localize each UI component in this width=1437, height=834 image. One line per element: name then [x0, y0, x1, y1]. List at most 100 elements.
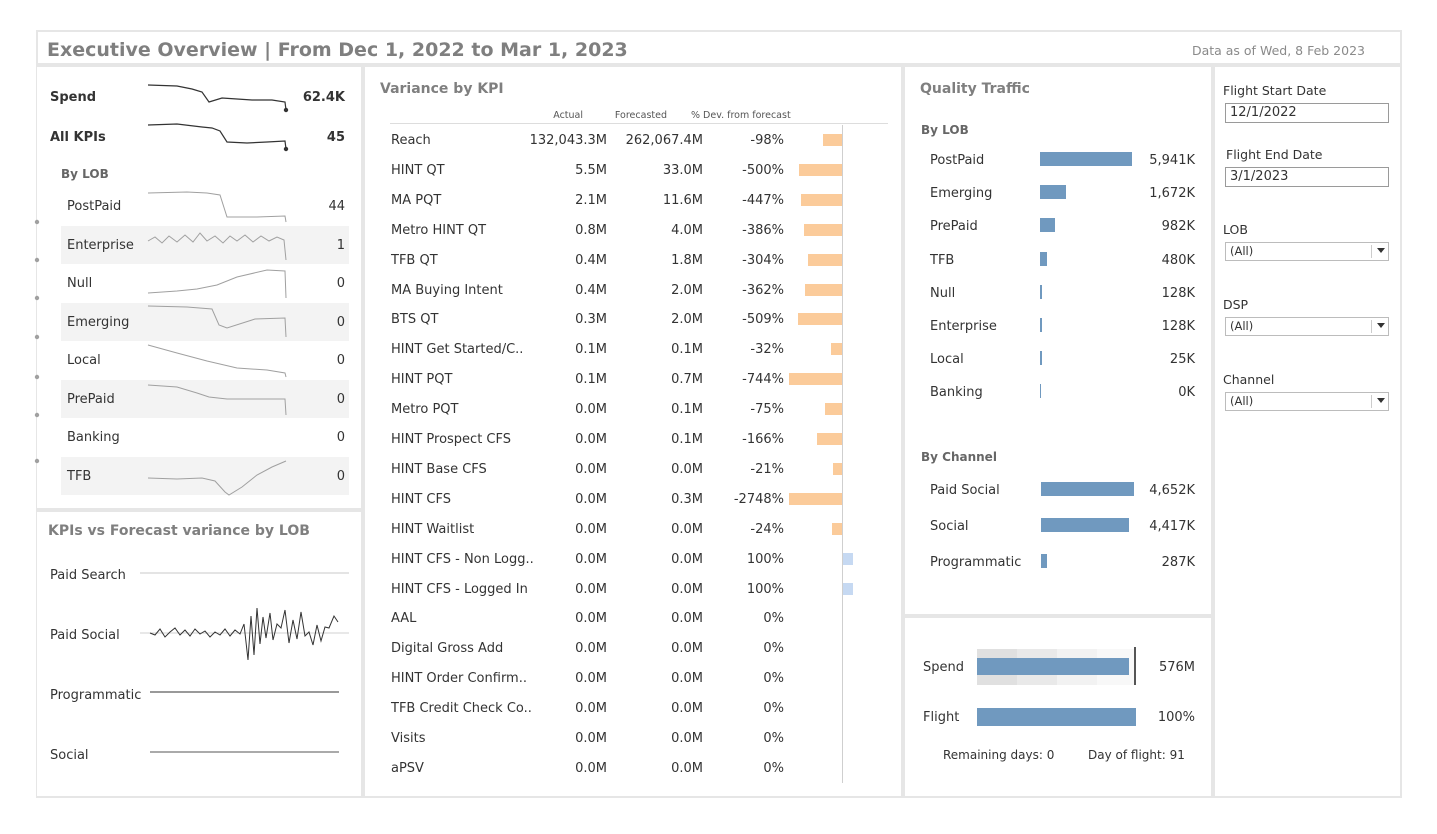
quality-bar: [1040, 218, 1055, 233]
kpi-actual: 0.0M: [575, 402, 607, 418]
deviation-bar: [833, 462, 842, 475]
lob-sparkline: [147, 384, 287, 416]
quality-label: PrePaid: [930, 219, 978, 235]
lob-sparkline: [147, 305, 287, 338]
kpi-deviation: 0%: [763, 731, 784, 746]
kpi-deviation: -509%: [742, 312, 784, 328]
lob-sparkline-end: [34, 257, 40, 263]
kpi-deviation: -24%: [750, 521, 784, 537]
kpi-name: HINT Base CFS: [391, 461, 487, 477]
kpi-deviation: 0%: [763, 641, 784, 657]
header-rule: [390, 123, 888, 124]
kpi-actual: 0.0M: [575, 611, 607, 627]
kpi-deviation: 0%: [763, 760, 784, 776]
kpi-name: MA Buying Intent: [391, 282, 503, 298]
pacing-flight-value: 100%: [1157, 710, 1195, 725]
quality-label: Enterprise: [930, 319, 997, 334]
kpi-deviation: -166%: [742, 432, 784, 447]
lob-filter-label: LOB: [1223, 222, 1248, 237]
chevron-down-icon[interactable]: [1377, 398, 1385, 403]
quality-label: Emerging: [930, 186, 993, 202]
kpi-actual: 0.0M: [575, 432, 607, 447]
kpi-forecast: 2.0M: [671, 312, 703, 328]
kpi-deviation: -98%: [750, 133, 784, 148]
deviation-bar: [823, 134, 842, 146]
data-as-of-date: Wed, 8 Feb 2023: [1259, 43, 1365, 58]
deviation-bar: [817, 433, 842, 445]
kpi-forecast: 0.0M: [671, 760, 703, 776]
start-date-label: Flight Start Date: [1223, 83, 1327, 98]
kpi-actual: 0.3M: [575, 312, 607, 328]
lob-sparkline-end: [34, 412, 40, 418]
kpi-name: aPSV: [391, 760, 424, 776]
quality-bar: [1040, 152, 1132, 166]
kpi-actual: 0.4M: [575, 252, 607, 268]
deviation-bar: [804, 223, 842, 236]
col-forecast-header: Forecasted: [614, 110, 667, 121]
lob-sparkline-end: [34, 458, 40, 464]
quality-value: 128K: [1161, 285, 1195, 301]
end-date-label: Flight End Date: [1226, 147, 1323, 162]
kpi-name: HINT PQT: [391, 372, 453, 388]
filters-panel: Flight Start Date 12/1/2022 Flight End D…: [1215, 67, 1400, 796]
quality-bar: [1041, 482, 1134, 496]
quality-label: Banking: [930, 385, 983, 401]
deviation-bar: [832, 522, 842, 535]
all-kpis-sparkline-end: [283, 146, 289, 152]
kpi-forecast: 0.0M: [671, 701, 703, 717]
quality-bar: [1040, 318, 1042, 332]
col-dev-header: % Dev. from forecast: [691, 110, 791, 121]
quality-value: 5,941K: [1149, 153, 1195, 168]
kpi-forecast: 0.0M: [671, 731, 703, 746]
deviation-bar: [789, 373, 842, 386]
quality-bar: [1040, 384, 1041, 399]
deviation-bar: [825, 403, 842, 416]
deviation-bar: [799, 163, 842, 176]
end-date-input[interactable]: 3/1/2023: [1225, 167, 1389, 187]
deviation-bar: [843, 582, 853, 595]
zero-axis: [842, 125, 843, 783]
kpi-deviation: 0%: [763, 671, 784, 687]
spend-sparkline: [147, 84, 287, 111]
quality-label: Null: [930, 285, 956, 301]
col-actual-header: Actual: [553, 110, 583, 121]
deviation-bar: [808, 253, 842, 266]
deviation-bar: [801, 193, 842, 206]
kpi-actual: 0.0M: [575, 671, 607, 687]
data-as-of-label: Data as of: [1191, 43, 1256, 58]
pacing-flight-label: Flight: [923, 710, 960, 725]
kpi-name: Reach: [391, 133, 431, 148]
start-date-input[interactable]: 12/1/2022: [1225, 103, 1389, 123]
remaining-days-label: Remaining days:: [943, 748, 1043, 762]
lob-filter-select[interactable]: (All): [1225, 242, 1389, 261]
kpi-name: HINT Prospect CFS: [391, 432, 512, 447]
quality-value: 287K: [1161, 555, 1195, 570]
kpi-actual: 0.1M: [575, 342, 607, 358]
kpi-deviation: -32%: [750, 342, 784, 358]
kpi-name: HINT CFS: [391, 491, 451, 507]
kpi-forecast: 0.3M: [671, 491, 703, 507]
kpi-deviation: 100%: [746, 581, 784, 597]
kpi-deviation: -75%: [750, 402, 784, 418]
chevron-down-icon[interactable]: [1377, 323, 1385, 328]
quality-value: 982K: [1161, 219, 1195, 235]
kpi-actual: 0.0M: [575, 760, 607, 776]
day-of-flight-value: 91: [1169, 748, 1185, 762]
quality-label: Paid Social: [930, 483, 1000, 498]
page-title: Executive Overview | From Dec 1, 2022 to…: [47, 39, 628, 61]
deviation-bar: [843, 552, 853, 565]
channel-filter-select[interactable]: (All): [1225, 392, 1389, 411]
lob-sparkline: [147, 344, 287, 378]
quality-bar: [1040, 351, 1042, 366]
chevron-down-icon[interactable]: [1377, 248, 1385, 253]
kpi-deviation: -304%: [742, 252, 784, 268]
dsp-filter-select[interactable]: (All): [1225, 317, 1389, 336]
kpi-forecast: 0.1M: [671, 432, 703, 447]
quality-bar: [1040, 185, 1066, 200]
kpi-forecast: 0.1M: [671, 402, 703, 418]
quality-by-channel-title: By Channel: [921, 450, 997, 464]
deviation-bar: [798, 313, 842, 326]
quality-traffic-panel: Quality Traffic By LOB PostPaid 5,941K Eme…: [905, 67, 1211, 614]
kpi-deviation: 100%: [746, 551, 784, 567]
kpi-name: AAL: [391, 611, 417, 627]
